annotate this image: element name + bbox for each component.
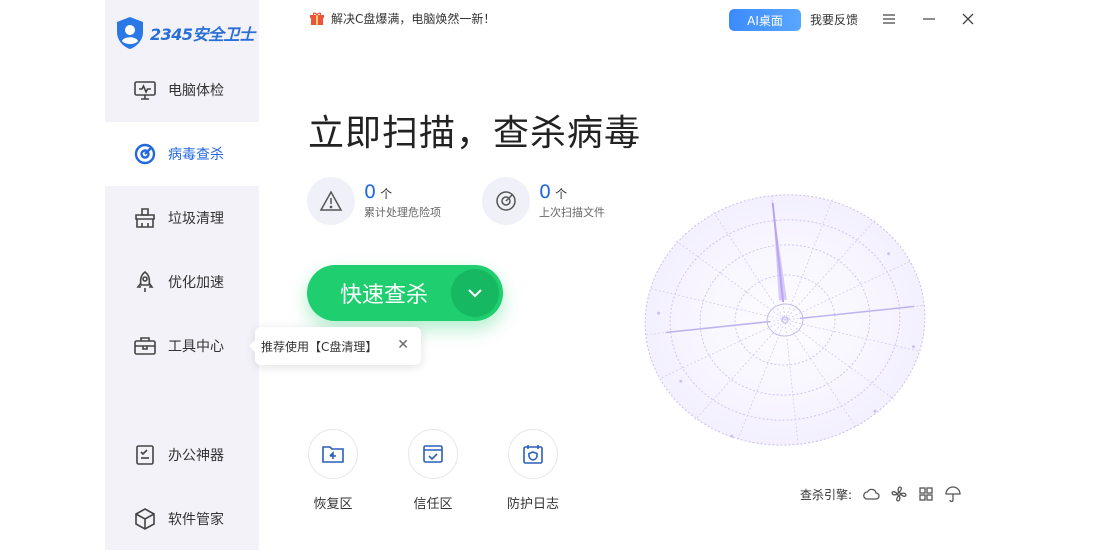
target-scan-icon	[134, 143, 156, 165]
sidebar-item-label: 工具中心	[168, 339, 224, 355]
sidebar-item-software-manager[interactable]: 软件管家	[105, 487, 259, 551]
trust-zone-button[interactable]: 信任区	[403, 429, 463, 512]
app-window: 2345安全卫士 电脑体检 病毒查杀 垃圾清理 优化加速 工具中心 办公神器 软…	[105, 0, 995, 550]
sidebar: 2345安全卫士 电脑体检 病毒查杀 垃圾清理 优化加速 工具中心 办公神器 软…	[105, 0, 259, 550]
sidebar-item-tool-center[interactable]: 工具中心	[105, 314, 259, 378]
sidebar-item-virus-scan[interactable]: 病毒查杀	[105, 122, 259, 186]
stat-unit: 个	[380, 187, 393, 201]
broom-icon	[135, 208, 155, 228]
protection-log-button[interactable]: 防护日志	[503, 429, 563, 512]
tooltip-text: 推荐使用【C盘清理】	[261, 339, 378, 354]
tool-label: 防护日志	[506, 497, 559, 512]
scan-engines: 查杀引擎:	[800, 485, 962, 503]
logo-text: 2345安全卫士	[150, 25, 255, 44]
umbrella-engine-icon[interactable]	[944, 485, 962, 503]
stat-dangers-handled: 0个 累计处理危险项	[307, 177, 441, 225]
sidebar-item-label: 优化加速	[168, 275, 224, 291]
stat-description: 上次扫描文件	[539, 206, 605, 219]
app-logo: 2345安全卫士	[115, 16, 255, 50]
tool-icon-circle	[308, 429, 358, 479]
stat-unit: 个	[555, 187, 568, 201]
sidebar-item-office-tools[interactable]: 办公神器	[105, 423, 259, 487]
calendar-shield-icon	[523, 445, 543, 464]
quick-scan-label: 快速查杀	[340, 283, 429, 308]
scan-mode-dropdown[interactable]	[451, 269, 499, 317]
sidebar-item-label: 办公神器	[168, 448, 224, 464]
stat-value: 0	[539, 181, 552, 203]
toolbox-icon	[134, 337, 156, 355]
notice-text: 解决C盘爆满，电脑焕然一新！	[331, 12, 496, 26]
quick-scan-button[interactable]: 快速查杀	[307, 265, 503, 321]
sidebar-item-pc-checkup[interactable]: 电脑体检	[105, 58, 259, 122]
minimize-button[interactable]	[920, 10, 938, 28]
warning-icon	[319, 190, 343, 211]
tool-icon-circle	[508, 429, 558, 479]
gift-icon	[310, 12, 324, 25]
sidebar-item-label: 软件管家	[168, 512, 224, 528]
grid-engine-icon[interactable]	[918, 486, 934, 502]
feedback-link[interactable]: 我要反馈	[810, 11, 858, 28]
rocket-icon	[136, 270, 154, 292]
hamburger-icon	[883, 14, 895, 24]
close-icon	[962, 13, 974, 25]
scan-radar-graphic	[644, 194, 926, 446]
sidebar-item-junk-clean[interactable]: 垃圾清理	[105, 186, 259, 250]
engine-label: 查杀引擎:	[800, 487, 853, 502]
monitor-icon	[134, 81, 156, 100]
minimize-icon	[923, 18, 935, 20]
fan-engine-icon[interactable]	[890, 485, 908, 503]
close-button[interactable]	[959, 10, 977, 28]
recommend-tooltip[interactable]: 推荐使用【C盘清理】 ✕	[249, 327, 421, 365]
tool-label: 恢复区	[313, 497, 353, 512]
folder-restore-icon	[322, 446, 344, 463]
shield-logo-icon	[117, 17, 143, 49]
menu-button[interactable]	[880, 10, 898, 28]
tool-label: 信任区	[413, 497, 453, 512]
page-title: 立即扫描，查杀病毒	[308, 113, 642, 154]
tooltip-arrow	[249, 340, 255, 352]
stat-value: 0	[364, 181, 377, 203]
checklist-icon	[136, 445, 154, 465]
cloud-engine-icon[interactable]	[862, 487, 880, 501]
stat-last-scan-files: 0个 上次扫描文件	[482, 177, 605, 225]
recovery-zone-button[interactable]: 恢复区	[303, 429, 363, 512]
radar-icon	[496, 191, 516, 211]
tool-icon-circle	[408, 429, 458, 479]
stat-icon-circle	[307, 177, 355, 225]
sidebar-item-label: 病毒查杀	[168, 147, 224, 163]
chevron-down-icon	[468, 289, 482, 298]
tooltip-close-icon[interactable]: ✕	[397, 337, 409, 353]
sidebar-item-label: 垃圾清理	[168, 211, 224, 227]
ai-desktop-button[interactable]: AI桌面	[729, 9, 801, 31]
stat-icon-circle	[482, 177, 530, 225]
sidebar-item-label: 电脑体检	[168, 83, 224, 99]
stat-description: 累计处理危险项	[364, 206, 441, 219]
promo-notice[interactable]: 解决C盘爆满，电脑焕然一新！	[310, 10, 495, 27]
trusted-window-icon	[423, 445, 443, 463]
cube-icon	[135, 508, 155, 530]
sidebar-item-speed-up[interactable]: 优化加速	[105, 250, 259, 314]
